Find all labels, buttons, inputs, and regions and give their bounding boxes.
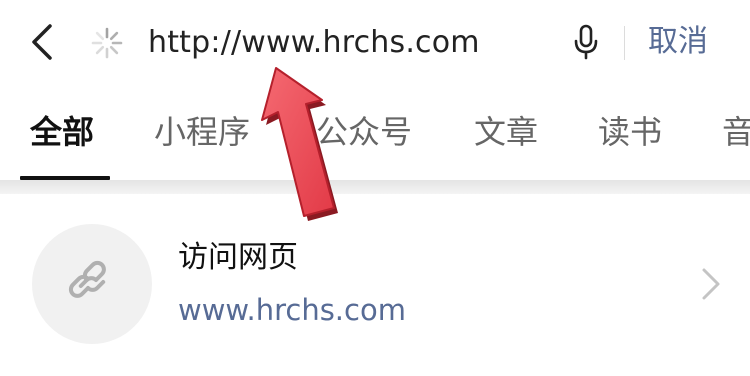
result-url: www.hrchs.com (178, 293, 406, 327)
tab-mini-programs[interactable]: 小程序 (154, 112, 250, 152)
back-button[interactable] (22, 22, 62, 62)
tab-books[interactable]: 读书 (598, 112, 662, 152)
microphone-icon (574, 24, 598, 60)
tab-official-accounts[interactable]: 公众号 (316, 112, 412, 152)
voice-input-button[interactable] (566, 20, 606, 64)
search-input[interactable] (148, 20, 558, 64)
chevron-left-icon (32, 24, 52, 60)
search-bar: 取消 (0, 0, 750, 87)
loading-spinner-icon (91, 27, 123, 59)
visit-webpage-result[interactable]: 访问网页 www.hrchs.com (0, 194, 750, 376)
cancel-button[interactable]: 取消 (648, 20, 708, 64)
wechat-search-page: 取消 全部 小程序 公众号 文章 读书 音 访问网页 www.hrchs.com (0, 0, 750, 376)
search-category-tabs: 全部 小程序 公众号 文章 读书 音 (0, 86, 750, 182)
chevron-right-icon (702, 268, 720, 300)
tab-articles[interactable]: 文章 (474, 112, 538, 152)
link-icon-badge (32, 224, 152, 344)
link-icon (68, 260, 106, 298)
section-separator (0, 180, 750, 194)
tab-all[interactable]: 全部 (30, 112, 94, 152)
result-title: 访问网页 (178, 240, 298, 275)
tab-music[interactable]: 音 (722, 112, 750, 152)
topbar-divider (624, 26, 625, 60)
